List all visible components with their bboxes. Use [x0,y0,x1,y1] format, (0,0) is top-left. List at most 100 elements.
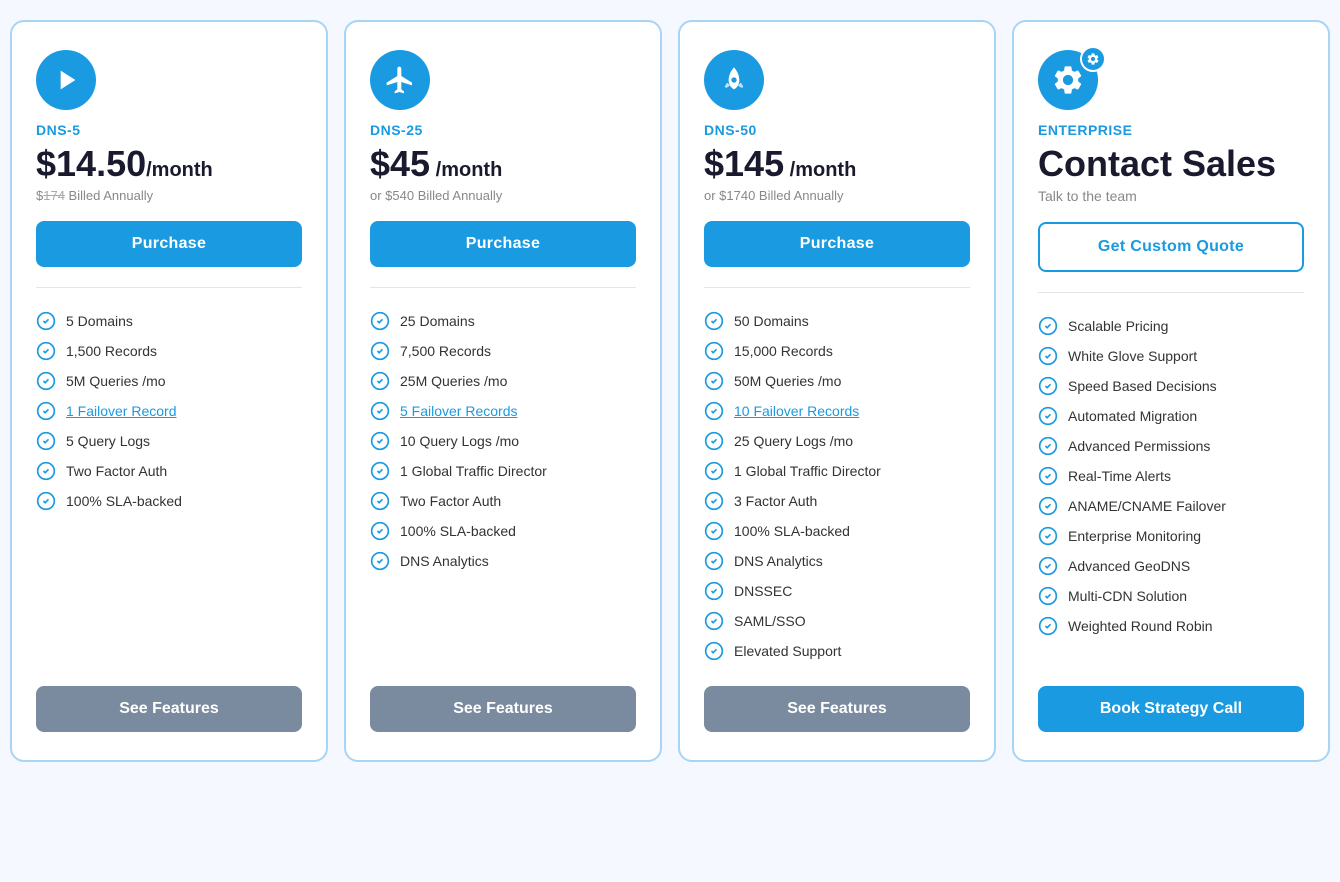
plan-name-enterprise: ENTERPRISE [1038,122,1304,138]
check-icon [704,611,724,631]
check-icon [704,311,724,331]
check-icon [704,551,724,571]
list-item: 5M Queries /mo [36,366,302,396]
list-item: 25M Queries /mo [370,366,636,396]
check-icon [370,371,390,391]
pricing-grid: DNS-5 $14.50/month $174 Billed Annually … [10,20,1330,762]
list-item: 15,000 Records [704,336,970,366]
check-icon [370,431,390,451]
plan-name-dns50: DNS-50 [704,122,970,138]
rocket-icon [718,64,750,96]
gear-icon [1051,63,1085,97]
check-icon [36,371,56,391]
check-icon [36,311,56,331]
list-item: 1 Global Traffic Director [370,456,636,486]
list-item: White Glove Support [1038,341,1304,371]
divider-dns5 [36,287,302,288]
check-icon [1038,466,1058,486]
list-item: 100% SLA-backed [370,516,636,546]
list-item: 5 Domains [36,306,302,336]
list-item: Advanced Permissions [1038,431,1304,461]
list-item: Speed Based Decisions [1038,371,1304,401]
check-icon [36,401,56,421]
feature-list-enterprise: Scalable Pricing White Glove Support Spe… [1038,311,1304,654]
enterprise-subtitle: Talk to the team [1038,188,1304,204]
plan-icon-dns25 [370,50,430,110]
check-icon [704,521,724,541]
check-icon [1038,436,1058,456]
list-item: 1,500 Records [36,336,302,366]
check-icon [370,491,390,511]
divider-enterprise [1038,292,1304,293]
see-features-button-dns5[interactable]: See Features [36,686,302,732]
list-item: 25 Domains [370,306,636,336]
check-icon [1038,586,1058,606]
list-item: Enterprise Monitoring [1038,521,1304,551]
check-icon [704,641,724,661]
list-item: Multi-CDN Solution [1038,581,1304,611]
play-icon [50,64,82,96]
plan-name-dns5: DNS-5 [36,122,302,138]
plan-card-dns25: DNS-25 $45 /month or $540 Billed Annuall… [344,20,662,762]
divider-dns50 [704,287,970,288]
list-item: Two Factor Auth [370,486,636,516]
check-icon [370,401,390,421]
check-icon [370,521,390,541]
list-item: 25 Query Logs /mo [704,426,970,456]
plan-icon-dns5 [36,50,96,110]
failover-link-dns5[interactable]: 1 Failover Record [66,403,177,419]
list-item: ANAME/CNAME Failover [1038,491,1304,521]
list-item: 50 Domains [704,306,970,336]
plane-icon [384,64,416,96]
check-icon [1038,406,1058,426]
failover-link-dns50[interactable]: 10 Failover Records [734,403,859,419]
check-icon [1038,496,1058,516]
check-icon [704,371,724,391]
plan-billing-dns5: $174 Billed Annually [36,188,302,203]
feature-list-dns5: 5 Domains 1,500 Records 5M Queries /mo 1… [36,306,302,666]
check-icon [704,401,724,421]
list-item: Automated Migration [1038,401,1304,431]
list-item: Advanced GeoDNS [1038,551,1304,581]
check-icon [704,581,724,601]
list-item: DNS Analytics [370,546,636,576]
plan-name-dns25: DNS-25 [370,122,636,138]
plan-price-dns5: $14.50/month [36,144,302,184]
plan-price-dns50: $145 /month [704,144,970,184]
gear-small-icon [1086,52,1100,66]
check-icon [370,551,390,571]
see-features-button-dns25[interactable]: See Features [370,686,636,732]
check-icon [1038,376,1058,396]
purchase-button-dns25[interactable]: Purchase [370,221,636,267]
check-icon [36,461,56,481]
plan-icon-dns50 [704,50,764,110]
list-item: Two Factor Auth [36,456,302,486]
plan-card-dns5: DNS-5 $14.50/month $174 Billed Annually … [10,20,328,762]
check-icon [36,341,56,361]
plan-icon-enterprise [1038,50,1106,110]
check-icon [704,341,724,361]
list-item: 1 Global Traffic Director [704,456,970,486]
list-item: SAML/SSO [704,606,970,636]
list-item: Scalable Pricing [1038,311,1304,341]
list-item: 10 Failover Records [704,396,970,426]
custom-quote-button[interactable]: Get Custom Quote [1038,222,1304,272]
see-features-button-dns50[interactable]: See Features [704,686,970,732]
list-item: 5 Query Logs [36,426,302,456]
check-icon [704,461,724,481]
purchase-button-dns5[interactable]: Purchase [36,221,302,267]
list-item: Real-Time Alerts [1038,461,1304,491]
plan-card-enterprise: ENTERPRISE Contact Sales Talk to the tea… [1012,20,1330,762]
feature-list-dns25: 25 Domains 7,500 Records 25M Queries /mo… [370,306,636,666]
check-icon [1038,346,1058,366]
check-icon [370,461,390,481]
list-item: 1 Failover Record [36,396,302,426]
divider-dns25 [370,287,636,288]
list-item: 50M Queries /mo [704,366,970,396]
purchase-button-dns50[interactable]: Purchase [704,221,970,267]
check-icon [1038,526,1058,546]
check-icon [1038,616,1058,636]
book-strategy-button[interactable]: Book Strategy Call [1038,686,1304,732]
failover-link-dns25[interactable]: 5 Failover Records [400,403,518,419]
plan-price-dns25: $45 /month [370,144,636,184]
